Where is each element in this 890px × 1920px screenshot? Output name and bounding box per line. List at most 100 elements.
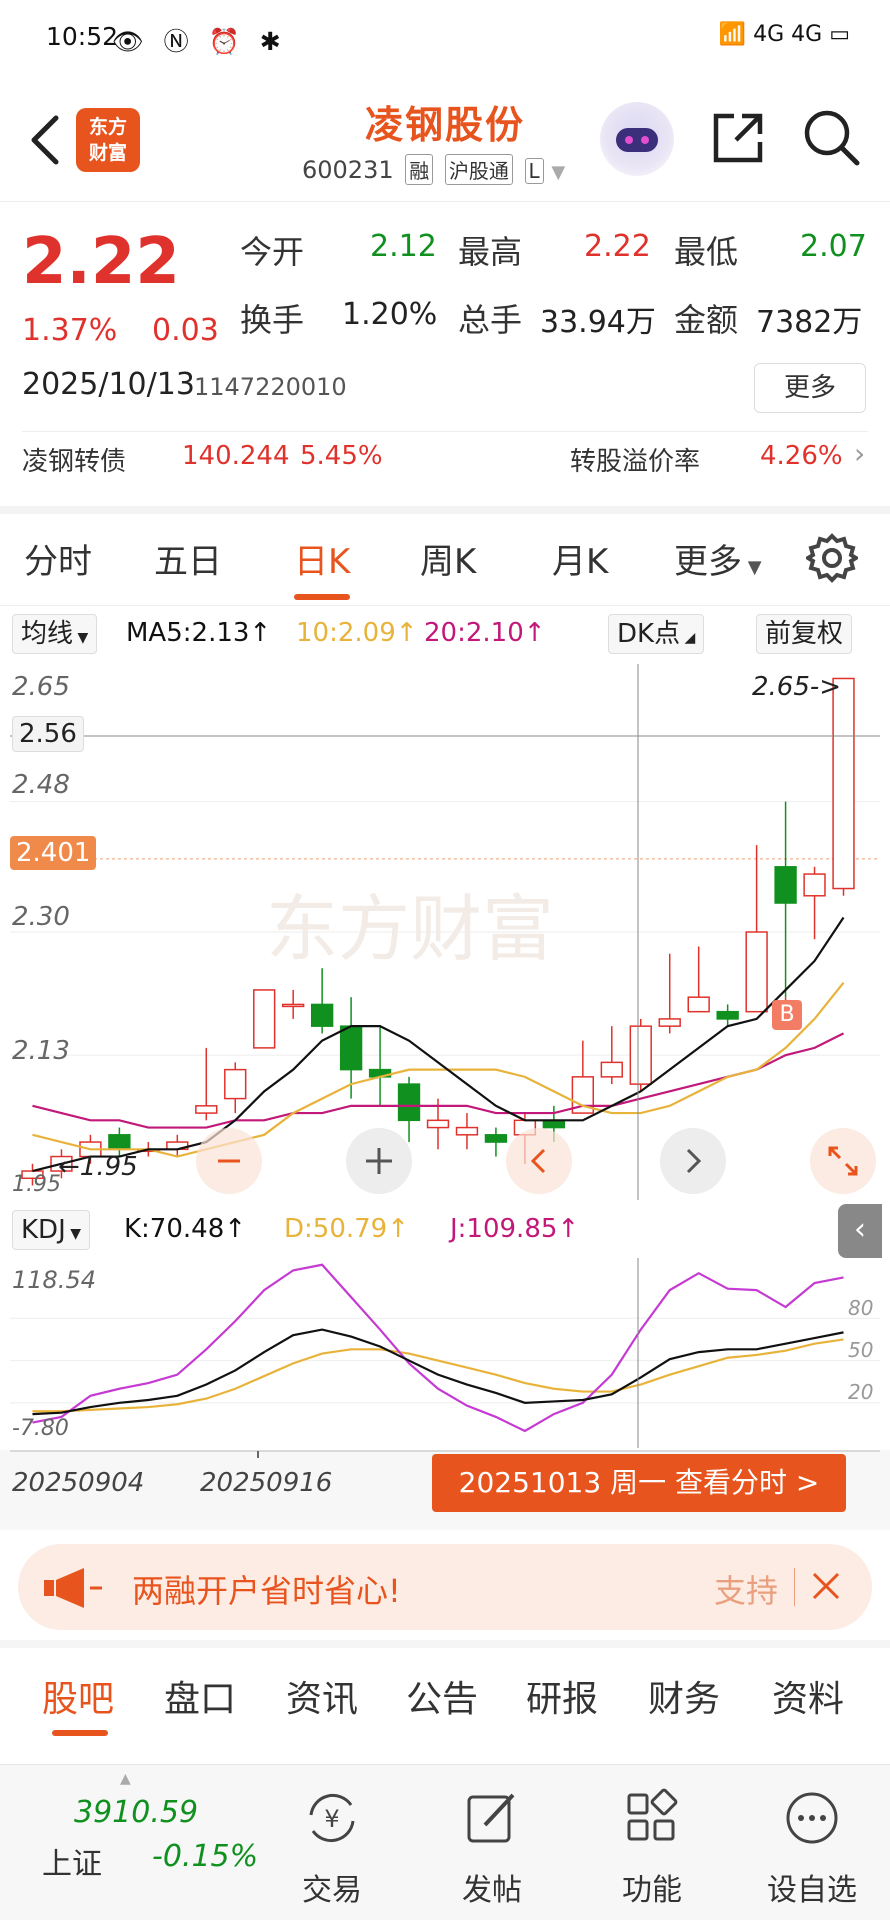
tab-profile[interactable]: 资料 [772, 1670, 844, 1722]
low-label: 最低 [674, 233, 739, 271]
candle-body [484, 1134, 508, 1143]
status-system-icons: 📶 4G 4G ▭ [718, 22, 850, 47]
candle-body [195, 1105, 218, 1114]
current-price-tag: 2.401 [10, 836, 97, 870]
gear-icon[interactable] [806, 532, 858, 584]
status-time: 10:52 [46, 22, 119, 51]
tab-more[interactable]: 更多 ▼ [674, 534, 762, 583]
bottom-navigation: ▲ 3910.59 上证 -0.15% ¥ 交易 发帖 功能 设自选 [0, 1764, 890, 1920]
ma-indicator-row: 均线 ▼ MA5:2.13↑ 10:2.09↑ 20:2.10↑ DK点 ◢ 前… [0, 608, 890, 660]
share-icon[interactable] [708, 108, 768, 168]
buy-signal-badge[interactable]: B [772, 1000, 802, 1030]
kdj-j-value: J:109.85↑ [450, 1214, 580, 1244]
tab-forum[interactable]: 股吧 [42, 1670, 114, 1722]
banner-support-link[interactable]: 支持 [714, 1566, 778, 1612]
candlestick-chart[interactable]: 东方财富 2.65 2.56 2.48 2.401 2.30 2.13 1.95… [10, 664, 880, 1200]
premium-value: 4.26% [760, 441, 843, 471]
close-icon[interactable] [804, 1564, 848, 1608]
view-intraday-button[interactable]: 20251013 周一 查看分时 > [432, 1454, 846, 1512]
adjust-button[interactable]: 前复权 [756, 614, 853, 654]
candle-body [455, 1126, 479, 1136]
corner-caret-icon: ◢ [680, 630, 696, 646]
tab-announcements[interactable]: 公告 [406, 1670, 478, 1722]
kdj-y-bottom: -7.80 [12, 1416, 69, 1441]
tab-monthly-k[interactable]: 月K [552, 534, 608, 583]
candlestick-svg[interactable]: 东方财富 [10, 664, 880, 1200]
kdj-k-line [32, 1328, 844, 1416]
y-tick-bottom: 1.95 [12, 1172, 61, 1197]
ma10-value: 10:2.09↑ [296, 618, 418, 648]
turnover-label: 换手 [240, 301, 305, 339]
amount-label: 金额 [674, 301, 739, 339]
index-name[interactable]: 上证 [42, 1839, 102, 1883]
tab-financials[interactable]: 财务 [648, 1670, 720, 1722]
high-value: 2.22 [584, 229, 651, 264]
y-tick-5: 2.13 [12, 1036, 70, 1066]
more-quote-button[interactable]: 更多 [754, 363, 866, 413]
tags-dropdown-icon[interactable]: ▼ [551, 162, 565, 183]
dk-point-button[interactable]: DK点 ◢ [608, 614, 705, 654]
bond-change: 5.45% [300, 441, 383, 471]
candle-body [426, 1119, 450, 1129]
nav-post[interactable]: 发帖 [432, 1775, 552, 1915]
index-value[interactable]: 3910.59 [74, 1795, 198, 1830]
tab-intraday[interactable]: 分时 [24, 534, 92, 583]
stock-code-row: 600231 融 沪股通 L ▼ [302, 154, 565, 185]
nav-add-watchlist[interactable]: 设自选 [752, 1775, 872, 1915]
indicator-selector-label: KDJ [21, 1215, 66, 1245]
fullscreen-button[interactable] [810, 1128, 876, 1194]
tag-more[interactable]: L [524, 158, 544, 184]
side-panel-toggle[interactable]: ‹ [838, 1204, 882, 1258]
tab-daily-k[interactable]: 日K [294, 534, 350, 583]
ma-selector[interactable]: 均线 ▼ [12, 614, 98, 654]
min-price-marker: ←1.95 [58, 1152, 138, 1182]
y-tick-top: 2.65 [12, 672, 70, 702]
index-change[interactable]: -0.15% [152, 1839, 258, 1874]
tab-research[interactable]: 研报 [526, 1670, 598, 1722]
caret-up-icon: ▲ [120, 1771, 131, 1787]
more-dots-icon [786, 1792, 838, 1844]
y-tick-2: 2.48 [12, 770, 70, 800]
promo-banner[interactable]: 两融开户省时省心! 支持 [18, 1544, 872, 1630]
candle-body [310, 1003, 334, 1027]
open-label: 今开 [240, 233, 305, 271]
y-tick-4: 2.30 [12, 902, 70, 932]
banner-text: 两融开户省时省心! [132, 1572, 401, 1610]
amount-value: 7382万 [756, 305, 863, 340]
zoom-out-button[interactable] [196, 1128, 262, 1194]
tab-news[interactable]: 资讯 [286, 1670, 358, 1722]
kdj-chart[interactable]: 118.54 -7.80 80 50 20 [10, 1258, 880, 1448]
zoom-in-button[interactable] [346, 1128, 412, 1194]
tab-five-day[interactable]: 五日 [154, 534, 222, 583]
indicator-selector[interactable]: KDJ ▼ [12, 1210, 90, 1250]
tab-orderbook[interactable]: 盘口 [164, 1670, 236, 1722]
scroll-right-button[interactable] [660, 1128, 726, 1194]
search-icon[interactable] [800, 106, 862, 168]
ma20-value: 20:2.10↑ [424, 618, 546, 648]
premium-label: 转股溢价率 [570, 447, 701, 477]
candle-body [224, 1068, 247, 1100]
chevron-right-icon: › [854, 437, 866, 470]
edit-icon [467, 1793, 515, 1843]
candle-body [803, 873, 826, 897]
tab-weekly-k[interactable]: 周K [420, 534, 476, 583]
nav-functions[interactable]: 功能 [592, 1775, 712, 1915]
tag-margin[interactable]: 融 [405, 154, 434, 185]
candle-body [774, 866, 797, 904]
kdj-y-top: 118.54 [12, 1266, 96, 1294]
stock-header: 东方 财富 凌钢股份 600231 融 沪股通 L ▼ [0, 74, 890, 202]
minus-icon [218, 1159, 240, 1163]
ai-assistant-icon[interactable] [600, 102, 674, 176]
scroll-left-button[interactable] [506, 1128, 572, 1194]
candle-body [281, 1003, 305, 1008]
date-label-mid: 20250916 [200, 1468, 333, 1498]
stock-code: 600231 [302, 156, 394, 184]
trade-icon: ¥ [309, 1794, 355, 1842]
status-bar: 10:52 👁 Ⓝ ⏰ ✱ 📶 4G 4G ▭ [0, 0, 890, 74]
nav-trade[interactable]: ¥ 交易 [272, 1775, 392, 1915]
bond-name: 凌钢转债 [22, 447, 127, 477]
tag-hk-connect[interactable]: 沪股通 [444, 154, 513, 185]
nav-post-label: 发帖 [462, 1873, 522, 1908]
candle-body [629, 1025, 652, 1085]
convertible-bond-row[interactable]: 凌钢转债 140.244 5.45% 转股溢价率 4.26% › [0, 431, 890, 491]
